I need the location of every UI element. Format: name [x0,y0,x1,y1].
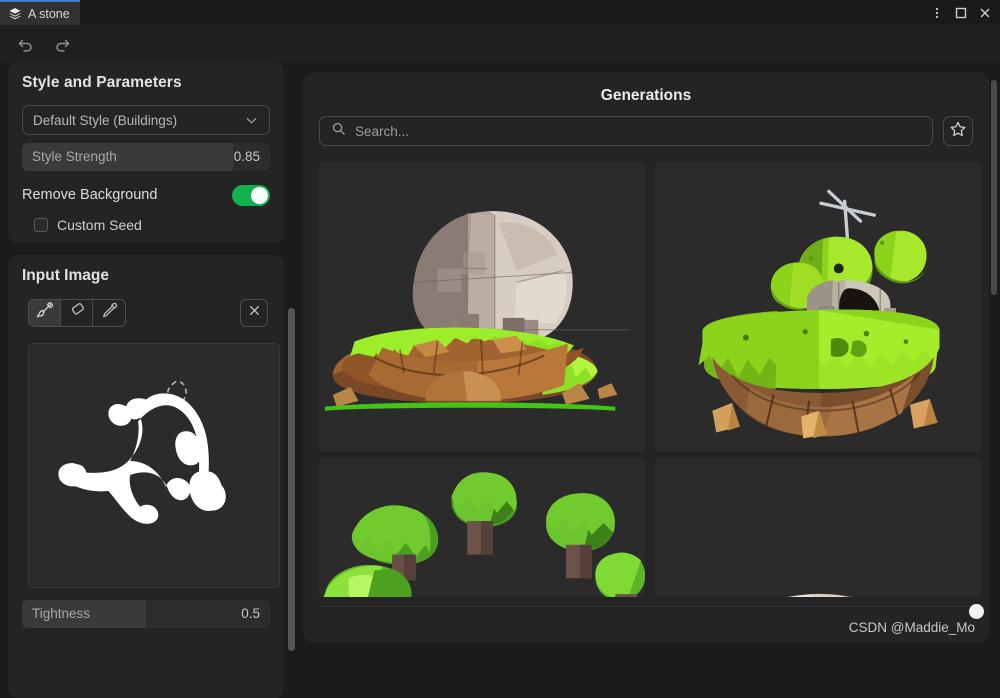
window-tab[interactable]: A stone [0,0,80,25]
brush-tool[interactable] [29,300,61,326]
tightness-label: Tightness [32,606,91,621]
generations-title: Generations [600,87,692,104]
eraser-tool[interactable] [61,300,93,326]
window-controls [926,0,996,25]
eyedropper-icon [100,301,119,325]
generation-1[interactable] [319,162,645,452]
paintbrush-icon [35,301,54,325]
remove-background-row: Remove Background [22,182,270,208]
custom-seed-checkbox[interactable] [34,218,48,232]
style-parameters-panel: Style and Parameters Default Style (Buil… [8,62,284,243]
close-icon [247,303,262,323]
tightness-value: 0.5 [241,606,260,621]
favorites-button[interactable] [943,116,973,146]
search-placeholder: Search... [355,123,410,139]
app-toolbar [0,25,1000,62]
remove-background-label: Remove Background [22,187,158,203]
generations-scrollbar[interactable] [991,80,997,295]
kebab-menu-icon[interactable] [926,2,948,24]
style-strength-value: 0.85 [233,149,260,164]
tab-label: A stone [28,6,70,21]
tightness-slider[interactable]: Tightness 0.5 [22,600,270,628]
watermark: CSDN @Maddie_Mo [848,620,975,635]
input-image-panel: Input Image Tightness 0.5 [8,255,284,698]
draw-tool-group [28,299,126,327]
chevron-down-icon [244,113,259,128]
style-select[interactable]: Default Style (Buildings) [22,105,270,135]
search-icon [331,121,346,141]
canvas-sketch [29,344,279,587]
maximize-icon[interactable] [950,2,972,24]
generation-4[interactable] [655,458,981,597]
mouse-cursor [969,604,984,619]
search-row: Search... [319,116,973,146]
style-strength-label: Style Strength [32,149,117,164]
input-panel-title: Input Image [22,267,109,284]
layers-icon [8,7,22,21]
undo-icon[interactable] [12,31,40,57]
close-icon[interactable] [974,2,996,24]
remove-background-toggle[interactable] [232,184,270,206]
redo-icon[interactable] [48,31,76,57]
drawing-canvas[interactable] [28,343,280,588]
custom-seed-label: Custom Seed [57,217,142,233]
generation-3[interactable] [319,458,645,597]
style-select-value: Default Style (Buildings) [33,112,178,128]
generation-2[interactable] [655,162,981,452]
panel-divider [319,606,973,607]
generations-grid [319,162,981,597]
left-panel-scrollbar[interactable] [288,308,295,651]
eraser-icon [67,301,86,325]
generations-panel: Generations Search... CSDN @Maddie_Mo [303,72,989,643]
clear-canvas-button[interactable] [240,299,268,327]
style-strength-slider[interactable]: Style Strength 0.85 [22,143,270,171]
eyedropper-tool[interactable] [93,300,125,326]
toggle-knob [251,186,268,204]
star-icon [949,120,967,143]
title-bar: A stone [0,0,1000,25]
left-sidebar: Style and Parameters Default Style (Buil… [0,62,295,698]
search-input[interactable]: Search... [319,116,933,146]
style-panel-title: Style and Parameters [22,74,182,91]
custom-seed-row[interactable]: Custom Seed [34,214,142,236]
